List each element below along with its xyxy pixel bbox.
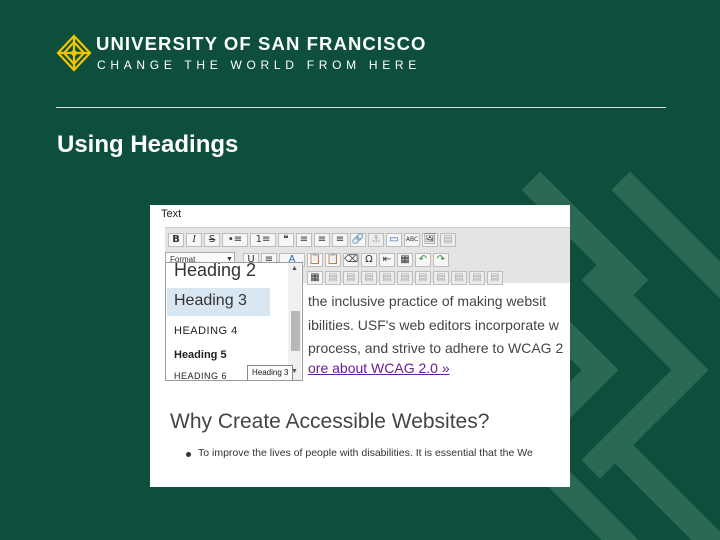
slide-title: Using Headings bbox=[57, 131, 239, 158]
align-left-button[interactable]: ≡ bbox=[296, 233, 312, 247]
strike-button[interactable]: S bbox=[204, 233, 220, 247]
content-heading: Why Create Accessible Websites? bbox=[170, 410, 490, 433]
format-option-heading-2[interactable]: Heading 2 bbox=[174, 263, 256, 281]
toolbar3-button-7[interactable]: ▤ bbox=[415, 271, 431, 285]
wcag-link[interactable]: ore about WCAG 2.0 » bbox=[308, 360, 450, 376]
panel-label: Text bbox=[161, 208, 182, 220]
align-right-button[interactable]: ≡ bbox=[332, 233, 348, 247]
anchor-button[interactable]: ⚓ bbox=[368, 233, 384, 247]
toolbar3-button-5[interactable]: ▤ bbox=[379, 271, 395, 285]
maximize-button[interactable]: ▭ bbox=[386, 233, 402, 247]
format-dropdown: Heading 2 Heading 3 HEADING 4 Heading 5 … bbox=[165, 262, 303, 381]
format-option-heading-4[interactable]: HEADING 4 bbox=[174, 325, 238, 337]
paste-button[interactable]: 📋 bbox=[307, 253, 323, 267]
numbered-list-button[interactable]: 1≡ bbox=[250, 233, 276, 247]
toolbar3-button-1[interactable]: ▦ bbox=[307, 271, 323, 285]
toolbar3-button-6[interactable]: ▤ bbox=[397, 271, 413, 285]
format-option-heading-3[interactable]: Heading 3 bbox=[174, 292, 247, 310]
header-divider bbox=[56, 107, 666, 108]
toolbar3-button-9[interactable]: ▤ bbox=[451, 271, 467, 285]
toolbar3-button-11[interactable]: ▤ bbox=[487, 271, 503, 285]
paste-text-button[interactable]: 📋 bbox=[325, 253, 341, 267]
brand-tagline: CHANGE THE WORLD FROM HERE bbox=[97, 58, 421, 72]
format-option-heading-5[interactable]: Heading 5 bbox=[174, 349, 227, 361]
bullet-icon bbox=[186, 452, 191, 457]
toolbar3-button-10[interactable]: ▤ bbox=[469, 271, 485, 285]
italic-button[interactable]: I bbox=[186, 233, 202, 247]
toolbar3-button-2[interactable]: ▤ bbox=[325, 271, 341, 285]
bold-button[interactable]: B bbox=[168, 233, 184, 247]
editor-screenshot: Text B I S •≡ 1≡ ❝ ≡ ≡ ≡ 🔗 ⚓ ▭ ABC 🖼 ▤ F… bbox=[150, 205, 570, 487]
redo-button[interactable]: ↷ bbox=[433, 253, 449, 267]
toolbar-row-3: ▦ ▤ ▤ ▤ ▤ ▤ ▤ ▤ ▤ ▤ ▤ bbox=[307, 271, 503, 285]
scroll-up-icon[interactable]: ▲ bbox=[291, 265, 298, 272]
align-center-button[interactable]: ≡ bbox=[314, 233, 330, 247]
format-option-heading-6[interactable]: HEADING 6 bbox=[174, 371, 227, 380]
toolbar3-button-3[interactable]: ▤ bbox=[343, 271, 359, 285]
table-button[interactable]: ▤ bbox=[440, 233, 456, 247]
scrollbar-thumb[interactable] bbox=[291, 311, 300, 351]
special-char-button[interactable]: Ω bbox=[361, 253, 377, 267]
toolbar3-button-8[interactable]: ▤ bbox=[433, 271, 449, 285]
bullet-text: To improve the lives of people with disa… bbox=[198, 447, 533, 459]
image-button[interactable]: 🖼 bbox=[422, 233, 438, 247]
undo-button[interactable]: ↶ bbox=[415, 253, 431, 267]
spellcheck-button[interactable]: ABC bbox=[404, 233, 420, 247]
content-line-1: the inclusive practice of making websit bbox=[308, 293, 547, 309]
remove-format-button[interactable]: ⌫ bbox=[343, 253, 359, 267]
brand-name: UNIVERSITY OF SAN FRANCISCO bbox=[96, 33, 427, 54]
outdent-button[interactable]: ⇤ bbox=[379, 253, 395, 267]
bullet-list-button[interactable]: •≡ bbox=[222, 233, 248, 247]
blockquote-button[interactable]: ❝ bbox=[278, 233, 294, 247]
toolbar-row-1: B I S •≡ 1≡ ❝ ≡ ≡ ≡ 🔗 ⚓ ▭ ABC 🖼 ▤ bbox=[168, 233, 456, 247]
source-button[interactable]: ▦ bbox=[397, 253, 413, 267]
link-button[interactable]: 🔗 bbox=[350, 233, 366, 247]
content-line-3: process, and strive to adhere to WCAG 2 bbox=[308, 340, 564, 356]
content-line-2: ibilities. USF's web editors incorporate… bbox=[308, 317, 559, 333]
usf-logo-icon bbox=[56, 34, 92, 72]
toolbar3-button-4[interactable]: ▤ bbox=[361, 271, 377, 285]
tooltip: Heading 3 bbox=[247, 365, 294, 380]
